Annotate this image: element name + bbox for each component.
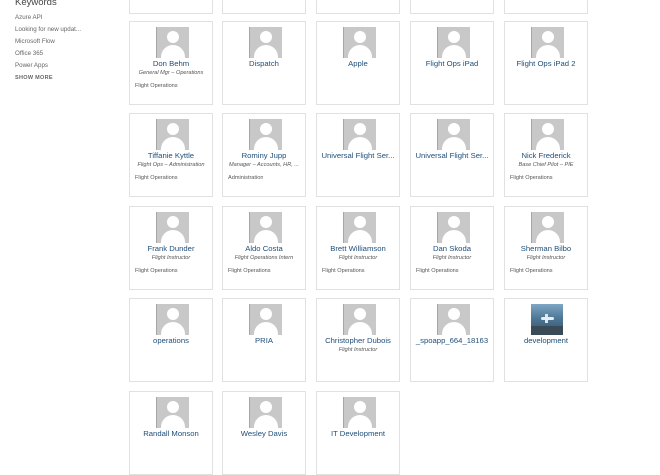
person-card[interactable]: _spoapp_664_18163 (410, 298, 494, 382)
person-card[interactable] (129, 0, 213, 14)
person-card[interactable]: IT Development (316, 391, 400, 475)
person-card[interactable]: Sherman Bilbo Flight Instructor Flight Ope… (504, 206, 588, 290)
person-name[interactable]: Wesley Davis (226, 429, 302, 438)
person-name[interactable]: Dan Skoda (414, 244, 490, 253)
person-placeholder-icon[interactable] (343, 397, 376, 428)
person-name[interactable]: Apple (320, 59, 396, 68)
person-name[interactable]: Sherman Bilbo (508, 244, 584, 253)
person-card[interactable]: Universal Flight Ser... (316, 113, 400, 197)
person-placeholder-icon[interactable] (437, 304, 470, 335)
person-department: Flight Operations (135, 268, 178, 274)
person-card[interactable]: Tiffanie Kyttle Flight Ops – Administrati… (129, 113, 213, 197)
person-name[interactable]: Flight Ops iPad 2 (508, 59, 584, 68)
person-card[interactable]: development (504, 298, 588, 382)
person-placeholder-icon[interactable] (343, 304, 376, 335)
person-card[interactable]: Rominy Jupp Manager – Accounts, HR, ... Ad… (222, 113, 306, 197)
person-placeholder-icon[interactable] (249, 27, 282, 58)
person-name[interactable]: Aldo Costa (226, 244, 302, 253)
person-department: Flight Operations (228, 268, 271, 274)
people-results-grid: Don Behm General Mgr – Operations Flight O… (0, 0, 660, 475)
person-card[interactable] (222, 0, 306, 14)
person-job-title: Flight Operations Intern (234, 255, 294, 261)
person-placeholder-icon[interactable] (249, 397, 282, 428)
person-card[interactable] (316, 0, 400, 14)
person-placeholder-icon[interactable] (437, 212, 470, 243)
person-card[interactable]: Flight Ops iPad 2 (504, 21, 588, 105)
person-name[interactable]: Tiffanie Kyttle (133, 151, 209, 160)
person-placeholder-icon[interactable] (249, 119, 282, 150)
person-card[interactable]: Universal Flight Ser... (410, 113, 494, 197)
person-department: Flight Operations (510, 175, 553, 181)
person-placeholder-icon[interactable] (249, 212, 282, 243)
person-department: Flight Operations (416, 268, 459, 274)
person-placeholder-icon[interactable] (531, 212, 564, 243)
person-job-title: Flight Instructor (338, 255, 378, 261)
person-card[interactable]: Flight Ops iPad (410, 21, 494, 105)
person-card[interactable]: operations (129, 298, 213, 382)
person-card[interactable]: Frank Dunder Flight Instructor Flight Oper… (129, 206, 213, 290)
person-name[interactable]: PRIA (226, 336, 302, 345)
person-job-title: Flight Instructor (151, 255, 191, 261)
person-name[interactable]: Flight Ops iPad (414, 59, 490, 68)
person-department: Administration (228, 175, 264, 181)
person-placeholder-icon[interactable] (156, 304, 189, 335)
person-card[interactable]: Dan Skoda Flight Instructor Flight Operati… (410, 206, 494, 290)
person-placeholder-icon[interactable] (343, 27, 376, 58)
person-name[interactable]: Frank Dunder (133, 244, 209, 253)
person-name[interactable]: Dispatch (226, 59, 302, 68)
person-job-title: General Mgr – Operations (138, 70, 204, 76)
person-name[interactable]: Nick Frederick (508, 151, 584, 160)
person-name[interactable]: Christopher Dubois (320, 336, 396, 345)
person-name[interactable]: _spoapp_664_18163 (414, 336, 490, 345)
person-card[interactable]: Aldo Costa Flight Operations Intern Flight… (222, 206, 306, 290)
person-job-title: Flight Ops – Administration (137, 162, 205, 168)
person-name[interactable]: development (508, 336, 584, 345)
person-card[interactable]: Apple (316, 21, 400, 105)
person-card[interactable]: Nick Frederick Base Chief Pilot – PIE Flig… (504, 113, 588, 197)
person-job-title: Flight Instructor (432, 255, 472, 261)
person-card[interactable]: Don Behm General Mgr – Operations Flight O… (129, 21, 213, 105)
person-placeholder-icon[interactable] (343, 212, 376, 243)
person-name[interactable]: Rominy Jupp (226, 151, 302, 160)
person-card[interactable]: Wesley Davis (222, 391, 306, 475)
person-card[interactable]: Dispatch (222, 21, 306, 105)
person-name[interactable]: Randall Monson (133, 429, 209, 438)
person-placeholder-icon[interactable] (437, 27, 470, 58)
person-placeholder-icon[interactable] (156, 212, 189, 243)
person-card[interactable]: Brett Williamson Flight Instructor Flight … (316, 206, 400, 290)
person-placeholder-icon[interactable] (156, 119, 189, 150)
person-job-title: Base Chief Pilot – PIE (518, 162, 574, 168)
person-placeholder-icon[interactable] (343, 119, 376, 150)
person-name[interactable]: Don Behm (133, 59, 209, 68)
person-job-title: Flight Instructor (338, 347, 378, 353)
person-card[interactable]: Randall Monson (129, 391, 213, 475)
person-placeholder-icon[interactable] (156, 27, 189, 58)
person-card[interactable] (410, 0, 494, 14)
person-placeholder-icon[interactable] (531, 27, 564, 58)
person-department: Flight Operations (510, 268, 553, 274)
aircraft-photo[interactable] (531, 304, 563, 335)
person-job-title: Flight Instructor (526, 255, 566, 261)
person-name[interactable]: Universal Flight Ser... (320, 151, 396, 160)
person-department: Flight Operations (322, 268, 365, 274)
person-placeholder-icon[interactable] (249, 304, 282, 335)
person-department: Flight Operations (135, 175, 178, 181)
person-job-title: Manager – Accounts, HR, ... (228, 162, 300, 168)
person-card[interactable] (504, 0, 588, 14)
person-name[interactable]: IT Development (320, 429, 396, 438)
person-name[interactable]: operations (133, 336, 209, 345)
person-placeholder-icon[interactable] (437, 119, 470, 150)
person-card[interactable]: PRIA (222, 298, 306, 382)
person-name[interactable]: Universal Flight Ser... (414, 151, 490, 160)
person-placeholder-icon[interactable] (156, 397, 189, 428)
person-name[interactable]: Brett Williamson (320, 244, 396, 253)
person-department: Flight Operations (135, 83, 178, 89)
person-card[interactable]: Christopher Dubois Flight Instructor (316, 298, 400, 382)
person-placeholder-icon[interactable] (531, 119, 564, 150)
